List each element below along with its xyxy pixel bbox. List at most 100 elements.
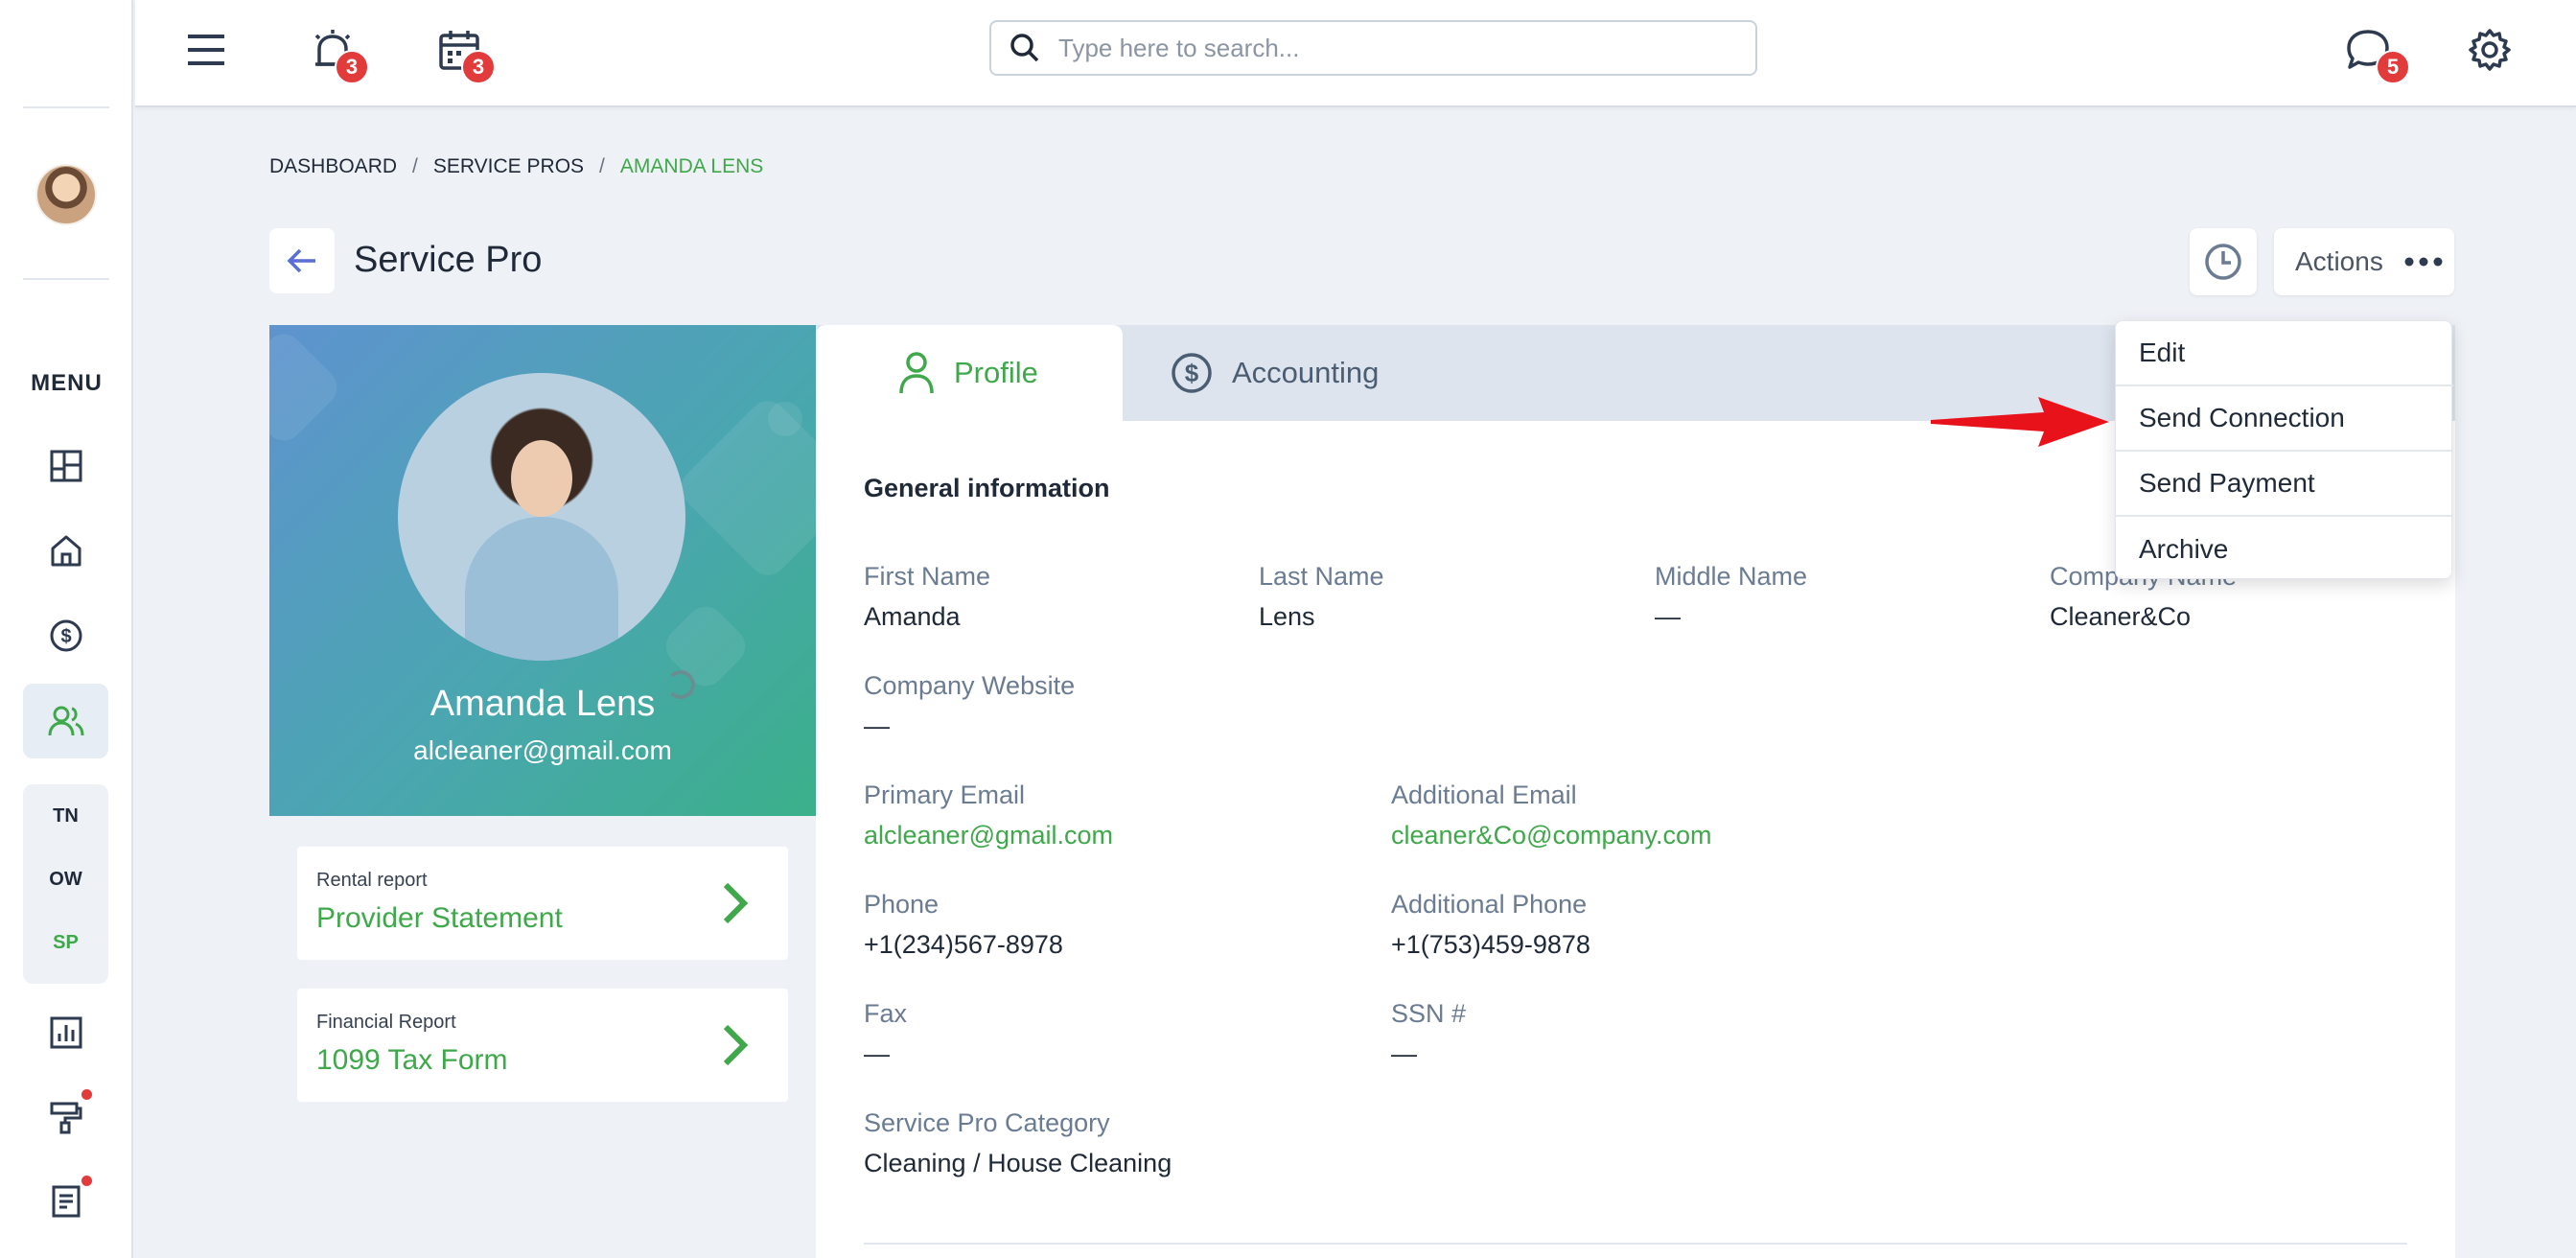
sidebar-item-dashboard[interactable]: [23, 429, 108, 503]
sidebar-item-contacts[interactable]: [23, 684, 108, 758]
report-card-tax-form[interactable]: Financial Report 1099 Tax Form: [297, 989, 788, 1102]
breadcrumb-dashboard[interactable]: DASHBOARD: [269, 155, 397, 178]
field-label: First Name: [864, 562, 991, 591]
divider: [864, 1243, 2407, 1245]
field-label: Phone: [864, 890, 940, 919]
category-value: Cleaning / House Cleaning: [864, 1149, 1172, 1177]
hamburger-icon: [188, 35, 224, 65]
tab-profile-label: Profile: [954, 356, 1038, 389]
actions-label: Actions: [2295, 246, 2383, 276]
sidebar-item-home[interactable]: [23, 513, 108, 588]
chevron-right-icon: [723, 882, 749, 924]
sidebar-item-maintenance[interactable]: [23, 1080, 108, 1154]
dollar-circle-icon: $: [50, 619, 81, 652]
search-bar[interactable]: [989, 20, 1757, 76]
actions-dropdown: Edit Send Connection Send Payment Archiv…: [2115, 320, 2453, 582]
divider: [23, 106, 109, 108]
breadcrumb-service-pros[interactable]: SERVICE PROS: [433, 155, 584, 178]
menu-toggle-button[interactable]: [177, 21, 235, 79]
settings-button[interactable]: [2461, 21, 2518, 79]
notification-dot: [81, 1176, 92, 1186]
last-name-value: Lens: [1259, 602, 1315, 631]
field-label: Service Pro Category: [864, 1108, 1110, 1137]
report-title: Provider Statement: [316, 902, 563, 934]
submenu-item-owners[interactable]: OW: [23, 869, 108, 891]
clock-icon: [2205, 244, 2241, 280]
menu-item-send-payment[interactable]: Send Payment: [2116, 452, 2453, 517]
profile-card: Amanda Lens alcleaner@gmail.com: [269, 325, 816, 816]
document-icon: [52, 1185, 80, 1218]
calendar-badge: 3: [461, 50, 496, 84]
user-avatar[interactable]: [35, 164, 97, 225]
tab-profile[interactable]: Profile: [816, 325, 1123, 421]
paint-roller-icon: [50, 1102, 81, 1134]
bar-chart-icon: [50, 1016, 81, 1049]
additional-email-link[interactable]: cleaner&Co@company.com: [1391, 821, 1712, 850]
report-card-provider-statement[interactable]: Rental report Provider Statement: [297, 847, 788, 960]
more-dots-icon: [2404, 257, 2443, 267]
profile-email: alcleaner@gmail.com: [413, 735, 672, 765]
submenu-item-service-pros[interactable]: SP: [23, 932, 108, 954]
decoration: [269, 326, 345, 449]
field-label: Middle Name: [1655, 562, 1808, 591]
divider: [23, 278, 109, 280]
tab-accounting-label: Accounting: [1232, 356, 1380, 389]
ssn-value: —: [1391, 1039, 1417, 1068]
back-button[interactable]: [269, 228, 335, 293]
submenu-item-tenants[interactable]: TN: [23, 805, 108, 827]
users-icon: [48, 706, 83, 736]
sidebar: MENU $ TN OW SP: [0, 0, 133, 1258]
section-title: General information: [864, 474, 1110, 502]
search-icon: [991, 33, 1058, 63]
arrow-left-icon: [287, 248, 315, 273]
website-value: —: [864, 711, 890, 740]
field-label: SSN #: [1391, 999, 1467, 1028]
tab-accounting[interactable]: $ Accounting: [1123, 325, 1420, 421]
menu-item-archive[interactable]: Archive: [2116, 517, 2453, 582]
history-button[interactable]: [2190, 228, 2257, 295]
gear-icon: [2469, 29, 2511, 71]
notification-dot: [81, 1089, 92, 1100]
profile-name: Amanda Lens: [429, 684, 656, 724]
menu-item-send-connection[interactable]: Send Connection: [2116, 386, 2453, 452]
svg-text:$: $: [1185, 359, 1199, 387]
profile-photo: [398, 373, 685, 661]
field-label: Primary Email: [864, 780, 1026, 809]
field-label: Additional Phone: [1391, 890, 1588, 919]
field-label: Company Website: [864, 671, 1076, 700]
report-title: 1099 Tax Form: [316, 1044, 508, 1076]
user-icon: [899, 352, 934, 394]
page-title: Service Pro: [354, 240, 543, 280]
alerts-badge: 3: [335, 50, 369, 84]
sidebar-item-payments[interactable]: $: [23, 598, 108, 673]
middle-name-value: —: [1655, 602, 1681, 631]
alerts-button[interactable]: 3: [304, 21, 369, 84]
sidebar-item-reports[interactable]: [23, 995, 108, 1070]
first-name-value: Amanda: [864, 602, 961, 631]
sidebar-item-documents[interactable]: [23, 1164, 108, 1239]
report-label: Financial Report: [316, 1012, 456, 1033]
chevron-right-icon: [723, 1024, 749, 1066]
breadcrumb-separator: /: [412, 155, 418, 177]
dollar-circle-icon: $: [1172, 353, 1212, 393]
topbar: 3 3 5: [135, 0, 2576, 107]
phone-value: +1(234)567-8978: [864, 930, 1063, 959]
additional-phone-value: +1(753)459-9878: [1391, 930, 1590, 959]
field-label: Fax: [864, 999, 908, 1028]
report-label: Rental report: [316, 870, 428, 891]
fax-value: —: [864, 1039, 890, 1068]
menu-item-edit[interactable]: Edit: [2116, 321, 2453, 386]
menu-label: MENU: [31, 370, 103, 396]
breadcrumb-current: AMANDA LENS: [619, 155, 764, 177]
messages-button[interactable]: 5: [2339, 21, 2410, 84]
field-label: Last Name: [1259, 562, 1384, 591]
breadcrumb: DASHBOARD / SERVICE PROS / AMANDA LENS: [269, 155, 763, 178]
search-input[interactable]: [1058, 33, 1755, 63]
company-name-value: Cleaner&Co: [2050, 602, 2192, 631]
calendar-button[interactable]: 3: [430, 21, 496, 84]
annotation-arrow-icon: [1931, 397, 2109, 447]
breadcrumb-separator: /: [599, 155, 605, 177]
field-label: Additional Email: [1391, 780, 1577, 809]
actions-button[interactable]: Actions: [2274, 228, 2454, 295]
primary-email-link[interactable]: alcleaner@gmail.com: [864, 821, 1113, 850]
